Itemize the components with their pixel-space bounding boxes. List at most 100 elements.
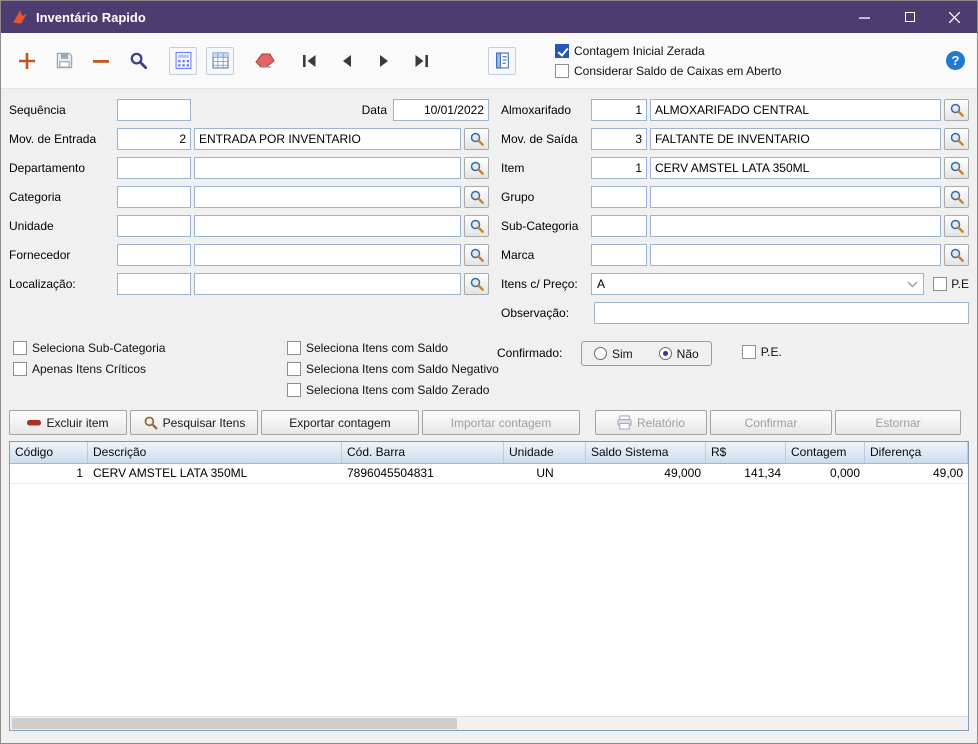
departamento-lookup-button[interactable]	[464, 157, 489, 179]
calculator-button[interactable]	[169, 46, 197, 75]
mov-entrada-code-input[interactable]	[117, 128, 191, 150]
checkbox-label: Apenas Itens Críticos	[32, 362, 147, 376]
item-desc-input[interactable]	[650, 157, 941, 179]
delete-button[interactable]	[87, 47, 115, 75]
importar-contagem-button[interactable]: Importar contagem	[422, 410, 580, 435]
nav-prev-button[interactable]	[333, 47, 361, 75]
column-header-contagem[interactable]: Contagem	[786, 442, 865, 463]
eraser-button[interactable]	[251, 47, 279, 75]
maximize-button[interactable]	[887, 1, 932, 33]
fornecedor-lookup-button[interactable]	[464, 244, 489, 266]
row-fornecedor: Fornecedor	[9, 244, 489, 266]
log-document-icon	[495, 52, 509, 69]
grupo-desc-input[interactable]	[650, 186, 941, 208]
excluir-item-button[interactable]: Excluir item	[9, 410, 127, 435]
checkbox-itens-saldo-negativo[interactable]: Seleciona Itens com Saldo Negativo	[287, 362, 499, 376]
column-header-cod-barra[interactable]: Cód. Barra	[342, 442, 504, 463]
log-button[interactable]	[488, 46, 516, 75]
cell-descricao: CERV AMSTEL LATA 350ML	[93, 466, 248, 480]
scrollbar-thumb[interactable]	[12, 718, 457, 729]
marca-desc-input[interactable]	[650, 244, 941, 266]
sequencia-input[interactable]	[117, 99, 191, 121]
item-lookup-button[interactable]	[944, 157, 969, 179]
column-header-diferenca[interactable]: Diferença	[865, 442, 968, 463]
itens-preco-label: Itens c/ Preço:	[501, 277, 578, 291]
column-header-unidade[interactable]: Unidade	[504, 442, 586, 463]
checkbox-itens-com-saldo[interactable]: Seleciona Itens com Saldo	[287, 341, 497, 355]
almoxarifado-desc-input[interactable]	[650, 99, 941, 121]
checkbox-pe-itens-preco[interactable]: P.E	[933, 277, 969, 291]
mov-saida-lookup-button[interactable]	[944, 128, 969, 150]
exportar-contagem-button[interactable]: Exportar contagem	[261, 410, 419, 435]
mov-entrada-lookup-button[interactable]	[464, 128, 489, 150]
localizacao-code-input[interactable]	[117, 273, 191, 295]
data-input[interactable]	[393, 99, 489, 121]
mov-saida-desc-input[interactable]	[650, 128, 941, 150]
nav-last-button[interactable]	[407, 47, 435, 75]
checkbox-itens-saldo-zerado[interactable]: Seleciona Itens com Saldo Zerado	[287, 383, 497, 397]
grupo-code-input[interactable]	[591, 186, 647, 208]
localizacao-lookup-button[interactable]	[464, 273, 489, 295]
unidade-desc-input[interactable]	[194, 215, 461, 237]
column-header-codigo[interactable]: Código	[10, 442, 88, 463]
nav-next-button[interactable]	[370, 47, 398, 75]
observacao-input[interactable]	[594, 302, 969, 324]
fornecedor-code-input[interactable]	[117, 244, 191, 266]
checkbox-pe-confirmado[interactable]: P.E.	[741, 341, 782, 359]
unidade-code-input[interactable]	[117, 215, 191, 237]
sub-categoria-desc-input[interactable]	[650, 215, 941, 237]
app-window: Inventário Rapido Contagem Inicial Zerad…	[0, 0, 978, 744]
add-button[interactable]	[13, 47, 41, 75]
marca-code-input[interactable]	[591, 244, 647, 266]
column-header-descricao[interactable]: Descrição	[88, 442, 342, 463]
categoria-lookup-button[interactable]	[464, 186, 489, 208]
radio-sim[interactable]: Sim	[594, 347, 633, 361]
nav-first-button[interactable]	[296, 47, 324, 75]
row-sub-categoria: Sub-Categoria	[501, 215, 969, 237]
fornecedor-desc-input[interactable]	[194, 244, 461, 266]
window-title: Inventário Rapido	[36, 9, 146, 25]
almoxarifado-code-input[interactable]	[591, 99, 647, 121]
close-button[interactable]	[932, 1, 977, 33]
checkbox-apenas-itens-criticos[interactable]: Apenas Itens Críticos	[13, 362, 287, 376]
marca-lookup-button[interactable]	[944, 244, 969, 266]
unidade-lookup-button[interactable]	[464, 215, 489, 237]
minimize-button[interactable]	[842, 1, 887, 33]
grupo-lookup-button[interactable]	[944, 186, 969, 208]
departamento-desc-input[interactable]	[194, 157, 461, 179]
marca-label: Marca	[501, 248, 535, 262]
button-label: Relatório	[636, 415, 686, 430]
checkbox-contagem-inicial-zerada[interactable]: Contagem Inicial Zerada	[555, 43, 781, 58]
pesquisar-itens-button[interactable]: Pesquisar Itens	[130, 410, 258, 435]
horizontal-scrollbar[interactable]	[10, 716, 968, 730]
relatorio-button[interactable]: Relatório	[595, 410, 707, 435]
mov-entrada-desc-input[interactable]	[194, 128, 461, 150]
table-row[interactable]: 1 CERV AMSTEL LATA 350ML 7896045504831 U…	[10, 464, 968, 484]
form-column-left: Sequência Data Mov. de Entrada Departame…	[9, 99, 489, 331]
confirmar-button[interactable]: Confirmar	[710, 410, 832, 435]
estornar-button[interactable]: Estornar	[835, 410, 961, 435]
itens-preco-select[interactable]: A	[591, 273, 925, 295]
column-header-saldo-sistema[interactable]: Saldo Sistema	[586, 442, 706, 463]
localizacao-desc-input[interactable]	[194, 273, 461, 295]
categoria-code-input[interactable]	[117, 186, 191, 208]
sub-categoria-lookup-button[interactable]	[944, 215, 969, 237]
save-button[interactable]	[50, 47, 78, 75]
departamento-code-input[interactable]	[117, 157, 191, 179]
red-minus-icon	[27, 419, 42, 425]
column-header-rs[interactable]: R$	[706, 442, 786, 463]
item-code-input[interactable]	[591, 157, 647, 179]
button-label: Estornar	[875, 415, 921, 430]
categoria-desc-input[interactable]	[194, 186, 461, 208]
help-button[interactable]: ?	[946, 51, 965, 70]
grid-button[interactable]	[206, 46, 234, 75]
radio-nao[interactable]: Não	[658, 347, 699, 361]
search-button[interactable]	[124, 47, 152, 75]
lookup-magnifier-icon	[950, 161, 964, 175]
checkbox-considerar-saldo-caixas[interactable]: Considerar Saldo de Caixas em Aberto	[555, 63, 781, 78]
search-icon	[144, 416, 158, 430]
sub-categoria-code-input[interactable]	[591, 215, 647, 237]
mov-saida-code-input[interactable]	[591, 128, 647, 150]
almoxarifado-lookup-button[interactable]	[944, 99, 969, 121]
checkbox-seleciona-sub-categoria[interactable]: Seleciona Sub-Categoria	[13, 341, 287, 355]
